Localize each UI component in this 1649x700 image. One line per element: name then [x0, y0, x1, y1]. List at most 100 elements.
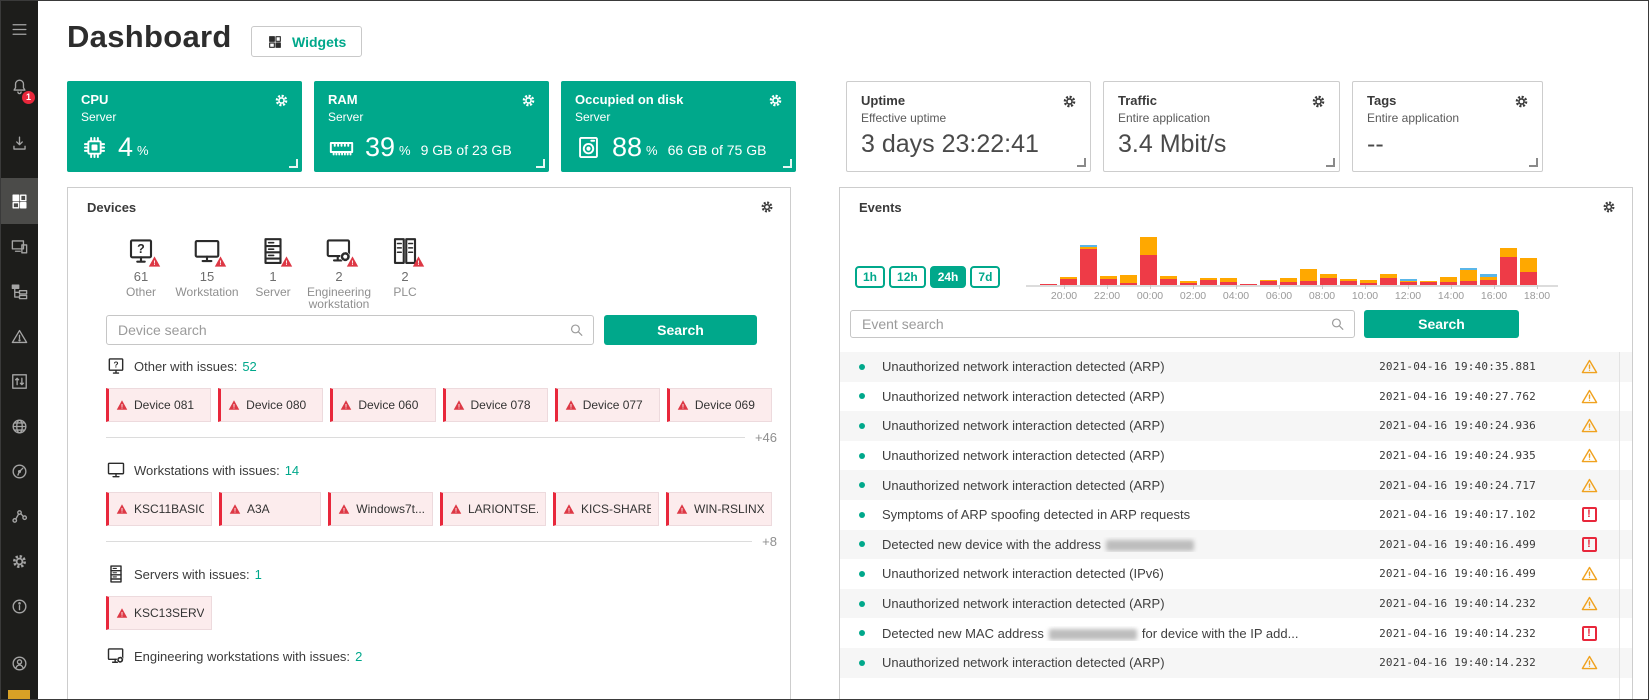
event-row[interactable]: Unauthorized network interaction detecte…: [840, 559, 1632, 589]
sidebar-item-user[interactable]: [1, 641, 38, 686]
group-more-row: +8: [106, 534, 777, 548]
cpu-widget[interactable]: CPU Server 4 %: [67, 81, 302, 172]
issue-badge-icon: !: [346, 255, 359, 268]
divider: [106, 437, 745, 438]
sidebar-item-globe[interactable]: [1, 404, 38, 449]
event-row[interactable]: Unauthorized network interaction detecte…: [840, 352, 1632, 382]
device-chip[interactable]: ! Device 077: [555, 388, 660, 422]
gear-icon[interactable]: [767, 92, 784, 109]
event-row[interactable]: Unauthorized network interaction detecte…: [840, 648, 1632, 678]
device-type-other[interactable]: ? ! 61 Other: [108, 236, 174, 310]
resize-handle-icon[interactable]: [1529, 158, 1538, 167]
event-timestamp: 2021-04-16 19:40:24.935: [1379, 449, 1536, 462]
event-row[interactable]: Unauthorized network interaction detecte…: [840, 441, 1632, 471]
event-text: Unauthorized network interaction detecte…: [882, 478, 1379, 493]
range-button-1h[interactable]: 1h: [855, 266, 885, 288]
card-extra: 9 GB of 23 GB: [421, 142, 512, 161]
event-row[interactable]: Unauthorized network interaction detecte…: [840, 382, 1632, 412]
card-value: --: [1367, 130, 1384, 159]
sidebar-item-bell[interactable]: 1: [1, 64, 38, 109]
device-chip-label: KICS-SHARE: [581, 502, 651, 516]
cpu-icon: [81, 134, 108, 161]
sidebar-item-info[interactable]: [1, 584, 38, 629]
sidebar-item-gear[interactable]: [1, 539, 38, 584]
device-search-button[interactable]: Search: [604, 315, 757, 345]
range-button-24h[interactable]: 24h: [930, 266, 967, 288]
card-title: Uptime: [861, 93, 1076, 108]
scrollbar[interactable]: [1619, 352, 1620, 699]
sidebar-item-sliders[interactable]: [1, 359, 38, 404]
device-search-input[interactable]: [106, 315, 594, 345]
gear-icon[interactable]: [273, 92, 290, 109]
sidebar-item-devices[interactable]: [1, 224, 38, 269]
device-type-plc[interactable]: ! 2 PLC: [372, 236, 438, 310]
gear-icon[interactable]: [520, 92, 537, 109]
device-chip-label: LARIONTSE...: [468, 502, 538, 516]
range-button-12h[interactable]: 12h: [889, 266, 926, 288]
group-count[interactable]: 1: [255, 567, 262, 582]
device-type-workstation[interactable]: ! 15 Workstation: [174, 236, 240, 310]
sidebar-item-dashboard-grid[interactable]: [1, 178, 38, 224]
gear-icon[interactable]: [759, 199, 775, 215]
histogram-bar: [1300, 269, 1317, 285]
axis-tick-label: 22:00: [1089, 290, 1125, 302]
traffic-widget[interactable]: Traffic Entire application 3.4 Mbit/s: [1103, 81, 1340, 172]
gear-icon[interactable]: [1310, 93, 1327, 110]
device-chip[interactable]: ! Device 081: [106, 388, 211, 422]
sidebar-item-download[interactable]: [1, 121, 38, 166]
group-count[interactable]: 14: [285, 463, 299, 478]
disk-widget[interactable]: Occupied on disk Server 88 % 66 GB of 75…: [561, 81, 796, 172]
device-chip[interactable]: ! Device 060: [330, 388, 435, 422]
svg-text:!: !: [568, 508, 570, 514]
event-row[interactable]: Unauthorized network interaction detecte…: [840, 589, 1632, 619]
event-search-button[interactable]: Search: [1364, 310, 1519, 338]
device-chip[interactable]: ! Windows7t...: [328, 492, 433, 526]
group-count[interactable]: 52: [242, 359, 256, 374]
widgets-button-label: Widgets: [292, 34, 346, 50]
uptime-widget[interactable]: Uptime Effective uptime 3 days 23:22:41: [846, 81, 1091, 172]
device-chip[interactable]: ! A3A: [219, 492, 321, 526]
device-chip[interactable]: ! Device 080: [218, 388, 323, 422]
device-chip[interactable]: ! Device 078: [443, 388, 548, 422]
resize-handle-icon[interactable]: [536, 159, 545, 168]
sidebar-item-warning-triangle[interactable]: [1, 314, 38, 359]
sidebar-item-tree[interactable]: [1, 269, 38, 314]
device-chip[interactable]: ! KICS-SHARE: [553, 492, 659, 526]
gear-icon[interactable]: [1601, 199, 1617, 215]
more-count[interactable]: +8: [762, 534, 777, 549]
group-header: ? Other with issues: 52: [106, 356, 772, 376]
device-chip[interactable]: ! LARIONTSE...: [440, 492, 546, 526]
device-chip[interactable]: ! Device 069: [667, 388, 772, 422]
device-type-server[interactable]: ! 1 Server: [240, 236, 306, 310]
device-chip[interactable]: ! WIN-RSLINX: [666, 492, 772, 526]
event-row[interactable]: Symptoms of ARP spoofing detected in ARP…: [840, 500, 1632, 530]
axis-tick-label: 02:00: [1175, 290, 1211, 302]
resize-handle-icon[interactable]: [783, 159, 792, 168]
warning-triangle-icon: [1576, 447, 1602, 464]
sidebar-item-nodes[interactable]: [1, 494, 38, 539]
tags-widget[interactable]: Tags Entire application --: [1352, 81, 1543, 172]
gear-icon[interactable]: [1513, 93, 1530, 110]
resize-handle-icon[interactable]: [1326, 158, 1335, 167]
gear-icon[interactable]: [1061, 93, 1078, 110]
more-count[interactable]: +46: [755, 430, 777, 445]
event-text: Detected new MAC addressfor device with …: [882, 626, 1379, 641]
sidebar-item-menu[interactable]: [1, 7, 38, 52]
event-row[interactable]: Unauthorized network interaction detecte…: [840, 411, 1632, 441]
resize-handle-icon[interactable]: [289, 159, 298, 168]
range-button-7d[interactable]: 7d: [970, 266, 1000, 288]
ram-widget[interactable]: RAM Server 39 % 9 GB of 23 GB: [314, 81, 549, 172]
histogram-bar: [1460, 268, 1477, 285]
device-type-engineering-workstation[interactable]: ! 2 Engineering workstation: [306, 236, 372, 310]
event-row[interactable]: Detected new MAC addressfor device with …: [840, 618, 1632, 648]
event-search-input[interactable]: [850, 310, 1355, 338]
device-chip[interactable]: ! KSC11BASIC ...: [106, 492, 212, 526]
event-row[interactable]: Unauthorized network interaction detecte…: [840, 470, 1632, 500]
event-row[interactable]: Detected new device with the address 202…: [840, 530, 1632, 560]
sidebar-item-compass[interactable]: [1, 449, 38, 494]
widgets-grid-icon: [267, 34, 283, 50]
widgets-button[interactable]: Widgets: [251, 26, 362, 57]
resize-handle-icon[interactable]: [1077, 158, 1086, 167]
group-count[interactable]: 2: [355, 649, 362, 664]
device-chip[interactable]: ! KSC13SERVER: [106, 596, 212, 630]
